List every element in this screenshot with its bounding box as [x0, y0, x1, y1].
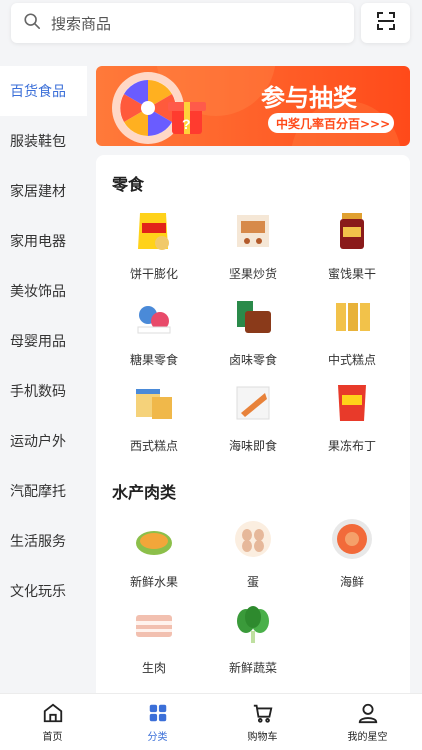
chips-bag-icon [138, 213, 169, 250]
category-item[interactable]: 卤味零食 [203, 295, 303, 368]
category-item[interactable]: 坚果炒货 [203, 209, 303, 282]
tab-home[interactable]: 首页 [0, 694, 105, 750]
category-item[interactable]: 海鲜 [302, 517, 402, 590]
search-input[interactable]: 搜索商品 [11, 3, 354, 43]
sidebar-item-beauty[interactable]: 美妆饰品 [0, 266, 87, 316]
category-content: 零食 饼干膨化 坚果炒货 蜜饯果干 糖果零食 卤味零食 中式糕点 西式糕点 海味… [96, 155, 410, 693]
tab-cart[interactable]: 购物车 [210, 694, 315, 750]
seafood-snack-icon [236, 386, 270, 420]
category-item[interactable]: 生肉 [104, 603, 204, 676]
banner-title: 参与抽奖 [261, 84, 358, 112]
jelly-pudding-icon [338, 385, 366, 421]
sidebar-item-baby[interactable]: 母婴用品 [0, 316, 87, 366]
tab-category[interactable]: 分类 [105, 694, 210, 750]
gift-box-icon: ? [168, 102, 206, 134]
category-sidebar: 百货食品 服装鞋包 家居建材 家用电器 美妆饰品 母婴用品 手机数码 运动户外 … [0, 66, 87, 691]
category-item[interactable]: 蜜饯果干 [302, 209, 402, 282]
shrimp-plate-icon [332, 519, 372, 559]
dried-fruit-jar-icon [340, 213, 364, 249]
melon-icon [136, 531, 172, 555]
braised-snack-icon [237, 301, 271, 333]
bottom-tab-bar: 首页 分类 购物车 我的星空 [0, 693, 422, 750]
sidebar-item-entertainment[interactable]: 文化玩乐 [0, 566, 87, 616]
scan-icon [376, 11, 396, 35]
sidebar-item-apparel[interactable]: 服装鞋包 [0, 116, 87, 166]
sidebar-item-groceries[interactable]: 百货食品 [0, 66, 87, 116]
western-pastry-icon [136, 389, 172, 419]
category-item[interactable]: 中式糕点 [302, 295, 402, 368]
section-title-fresh: 水产肉类 [112, 483, 177, 502]
sidebar-item-digital[interactable]: 手机数码 [0, 366, 87, 416]
search-placeholder: 搜索商品 [51, 14, 112, 33]
category-item[interactable]: 果冻布丁 [302, 381, 402, 454]
sidebar-item-services[interactable]: 生活服务 [0, 516, 87, 566]
category-icon [149, 704, 166, 722]
sidebar-item-home-building[interactable]: 家居建材 [0, 166, 87, 216]
top-bar: 搜索商品 [0, 0, 422, 50]
category-item[interactable]: 糖果零食 [104, 295, 204, 368]
search-icon [23, 12, 41, 34]
chinese-pastry-icon [336, 303, 370, 331]
nuts-box-icon [237, 215, 269, 247]
category-item[interactable]: 饼干膨化 [104, 209, 204, 282]
pork-belly-icon [136, 615, 172, 637]
user-icon [358, 703, 377, 724]
svg-text:?: ? [182, 116, 191, 132]
home-icon [43, 703, 62, 723]
candy-icon [137, 306, 171, 334]
category-item[interactable]: 新鲜蔬菜 [203, 603, 303, 676]
cart-icon [253, 704, 272, 723]
category-item[interactable]: 西式糕点 [104, 381, 204, 454]
scan-button[interactable] [361, 3, 410, 43]
category-item[interactable]: 海味即食 [203, 381, 303, 454]
sidebar-item-appliances[interactable]: 家用电器 [0, 216, 87, 266]
lottery-banner[interactable]: ? 参与抽奖 中奖几率百分百>>> [96, 66, 410, 146]
greens-icon [237, 606, 269, 643]
eggs-icon [235, 521, 271, 557]
tab-profile[interactable]: 我的星空 [315, 694, 420, 750]
category-item[interactable]: 蛋 [203, 517, 303, 590]
sidebar-item-auto-moto[interactable]: 汽配摩托 [0, 466, 87, 516]
section-title-snacks: 零食 [112, 175, 145, 194]
category-item[interactable]: 新鲜水果 [104, 517, 204, 590]
banner-subtitle: 中奖几率百分百>>> [276, 116, 390, 131]
sidebar-item-sports[interactable]: 运动户外 [0, 416, 87, 466]
